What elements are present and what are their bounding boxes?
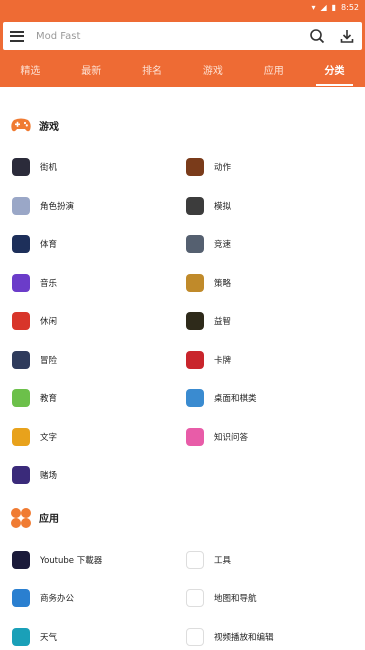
education-icon (12, 389, 30, 408)
category-label: 休闲 (40, 317, 58, 328)
category-item[interactable]: 文字 (12, 418, 186, 457)
download-icon[interactable] (339, 28, 355, 44)
category-label: 赌场 (40, 471, 58, 482)
status-bar: ▾ ◢ ▮ 8:52 (0, 0, 365, 15)
puzzle-icon (186, 312, 204, 331)
search-bar[interactable]: Mod Fast (3, 22, 362, 50)
category-item[interactable]: 天气 (12, 618, 186, 650)
app-bar: ▾ ◢ ▮ 8:52 Mod Fast 精选 最新 排名 游戏 应用 分类 (0, 0, 365, 87)
game-controller-icon (11, 118, 31, 132)
weather-icon (12, 627, 30, 646)
category-item[interactable]: 知识问答 (186, 418, 365, 457)
google-icon (186, 550, 204, 569)
simulation-icon (186, 196, 204, 215)
category-label: 卡牌 (214, 355, 232, 366)
category-label: 桌面和棋类 (214, 394, 257, 405)
category-label: 教育 (40, 394, 58, 405)
categories-content: 游戏 街机 动作角色扮演 模拟体育 竞速音乐 策略休闲 益智冒险 卡牌教育 桌面和棋类文字 知识… (0, 87, 365, 650)
category-label: 地图和导航 (214, 594, 257, 605)
category-label: 街机 (40, 163, 58, 174)
category-item[interactable]: 卡牌 (186, 341, 365, 380)
category-label: 音乐 (40, 278, 58, 289)
trivia-icon (186, 427, 204, 446)
category-label: 动作 (214, 163, 232, 174)
wifi-icon: ▾ (311, 3, 316, 12)
search-input[interactable]: Mod Fast (36, 31, 295, 42)
category-item[interactable]: 视频播放和编辑 (186, 618, 365, 650)
apps-section-header: 应用 (0, 495, 365, 541)
category-item[interactable]: Youtube 下載器 (12, 541, 186, 580)
category-tabs: 精选 最新 排名 游戏 应用 分类 (0, 60, 365, 87)
tab-featured[interactable]: 精选 (0, 60, 61, 87)
arcade-icon (12, 158, 30, 177)
category-item[interactable]: 地图和导航 (186, 579, 365, 618)
tab-ranking[interactable]: 排名 (122, 60, 183, 87)
category-item[interactable]: 竞速 (186, 225, 365, 264)
tab-apps[interactable]: 应用 (243, 60, 304, 87)
category-label: 益智 (214, 317, 232, 328)
category-label: 天气 (40, 632, 58, 643)
office-icon (12, 589, 30, 608)
apps-category-grid: Youtube 下載器 工具商务办公 地图和导航天气 视频播放和编辑 (0, 541, 365, 650)
apps-section-title: 应用 (39, 514, 59, 525)
category-item[interactable]: 工具 (186, 541, 365, 580)
category-item[interactable]: 音乐 (12, 264, 186, 303)
racing-icon (186, 235, 204, 254)
vlc-icon (186, 627, 204, 646)
category-item[interactable]: 策略 (186, 264, 365, 303)
category-item[interactable]: 商务办公 (12, 579, 186, 618)
category-item[interactable]: 教育 (12, 379, 186, 418)
sports-icon (12, 235, 30, 254)
tab-categories[interactable]: 分类 (304, 60, 365, 87)
category-label: 体育 (40, 240, 58, 251)
strategy-icon (186, 273, 204, 292)
adventure-icon (12, 350, 30, 369)
category-item[interactable]: 冒险 (12, 341, 186, 380)
category-label: 视频播放和编辑 (214, 632, 274, 643)
youtube-downloader-icon (12, 550, 30, 569)
action-icon (186, 158, 204, 177)
category-label: 知识问答 (214, 432, 249, 443)
music-icon (12, 273, 30, 292)
games-section-title: 游戏 (39, 121, 59, 133)
tab-games[interactable]: 游戏 (182, 60, 243, 87)
category-label: 竞速 (214, 240, 232, 251)
category-label: 商务办公 (40, 594, 75, 605)
roleplay-icon (12, 196, 30, 215)
casino-icon (12, 466, 30, 485)
category-item[interactable]: 动作 (186, 148, 365, 187)
search-icon[interactable] (309, 28, 325, 44)
category-item[interactable]: 赌场 (12, 456, 186, 495)
category-label: 工具 (214, 555, 232, 566)
status-time: 8:52 (341, 3, 359, 12)
category-item[interactable]: 街机 (12, 148, 186, 187)
casual-icon (12, 312, 30, 331)
category-label: 模拟 (214, 201, 232, 212)
category-item[interactable]: 桌面和棋类 (186, 379, 365, 418)
card-icon (186, 350, 204, 369)
category-label: 策略 (214, 278, 232, 289)
category-item[interactable]: 角色扮演 (12, 187, 186, 226)
category-item[interactable]: 体育 (12, 225, 186, 264)
menu-icon[interactable] (10, 30, 24, 42)
category-label: 文字 (40, 432, 58, 443)
games-section-header: 游戏 (0, 102, 365, 148)
tab-latest[interactable]: 最新 (61, 60, 122, 87)
category-label: 角色扮演 (40, 201, 75, 212)
apps-clover-icon (11, 507, 31, 528)
category-label: Youtube 下載器 (40, 555, 103, 566)
signal-icon: ◢ (320, 3, 327, 12)
word-icon (12, 427, 30, 446)
category-item[interactable]: 模拟 (186, 187, 365, 226)
maps-icon (186, 589, 204, 608)
games-category-grid: 街机 动作角色扮演 模拟体育 竞速音乐 策略休闲 益智冒险 卡牌教育 桌面和棋类文字 知识问答赌… (0, 148, 365, 495)
battery-icon: ▮ (331, 3, 337, 12)
category-item[interactable]: 益智 (186, 302, 365, 341)
category-label: 冒险 (40, 355, 58, 366)
board-icon (186, 389, 204, 408)
category-item[interactable]: 休闲 (12, 302, 186, 341)
